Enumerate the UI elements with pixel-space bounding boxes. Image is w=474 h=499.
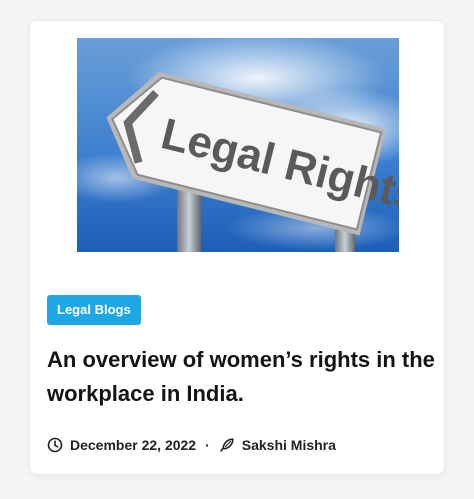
category-badge[interactable]: Legal Blogs — [47, 295, 141, 325]
post-date: December 22, 2022 — [70, 437, 197, 453]
blog-post-card: Legal Rights Legal Blogs An overview of … — [29, 20, 445, 475]
feather-pen-icon — [219, 437, 235, 453]
meta-separator: · — [205, 437, 210, 453]
clock-icon — [47, 437, 63, 453]
post-meta: December 22, 2022 · Sakshi Mishra — [47, 436, 336, 454]
post-title[interactable]: An overview of women’s rights in the wor… — [47, 343, 437, 411]
post-author[interactable]: Sakshi Mishra — [242, 437, 336, 453]
legal-rights-sign-image: Legal Rights — [77, 38, 399, 252]
post-thumbnail[interactable]: Legal Rights — [77, 38, 399, 252]
